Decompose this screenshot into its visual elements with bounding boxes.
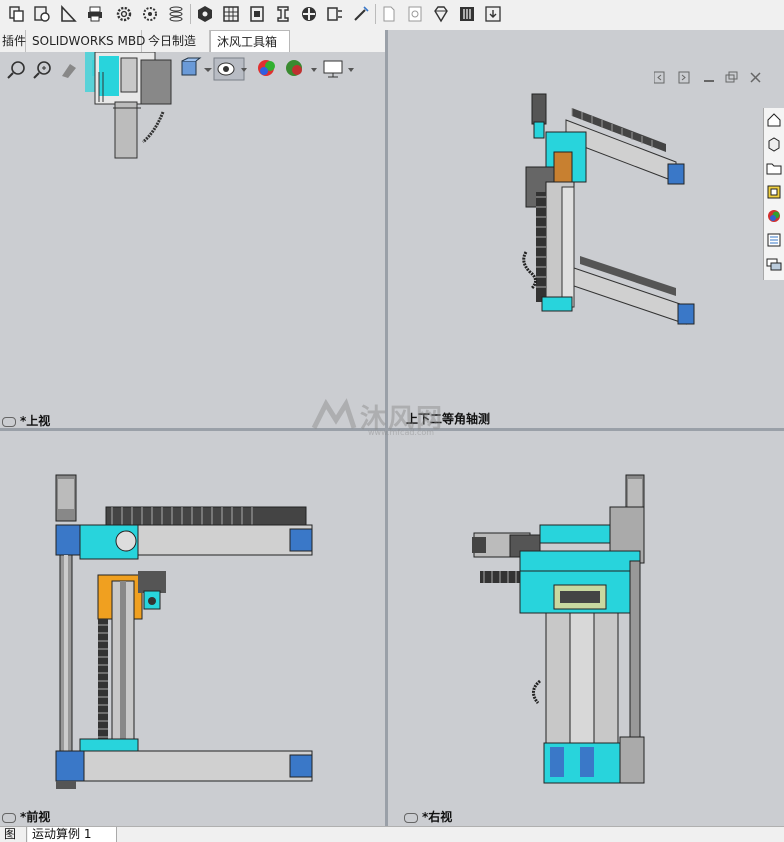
next-view-icon (678, 71, 690, 84)
sliders-icon[interactable] (458, 5, 476, 23)
zoom-fit-icon (7, 61, 25, 79)
view-label-right: *右视 (404, 808, 452, 825)
tab-mufeng-toolbox[interactable]: 沐风工具箱 (210, 30, 290, 52)
model-front-view[interactable] (50, 471, 315, 791)
scene-icon (286, 60, 317, 76)
tab-model[interactable]: 图 (0, 827, 27, 842)
grid-icon[interactable] (222, 5, 240, 23)
tab-plugins[interactable]: 插件 (0, 30, 26, 52)
download-icon[interactable] (484, 5, 502, 23)
appearances-icon[interactable] (766, 208, 782, 224)
bracket-icon[interactable] (274, 5, 292, 23)
design-library-icon[interactable] (766, 136, 782, 152)
image-icon[interactable] (406, 5, 424, 23)
doc-icon[interactable] (380, 5, 398, 23)
target-icon[interactable] (300, 5, 318, 23)
view-label-top: *上视 (2, 412, 50, 429)
block-icon[interactable] (248, 5, 266, 23)
gear2-icon[interactable] (141, 5, 159, 23)
viewport-front[interactable]: *前视 (0, 431, 385, 826)
view-link-icon (2, 416, 16, 427)
gear-icon[interactable] (115, 5, 133, 23)
prev-view-icon (653, 71, 665, 84)
diamond-icon[interactable] (432, 5, 450, 23)
ruler-icon[interactable] (59, 5, 77, 23)
view-settings-icon (323, 60, 354, 78)
custom-properties-icon[interactable] (766, 232, 782, 248)
wand-icon[interactable] (352, 5, 370, 23)
watermark: 沐风网 www.mfcad.com (310, 398, 480, 438)
model-top-view[interactable] (85, 52, 195, 162)
settings-icon[interactable] (33, 5, 51, 23)
view-link-icon (2, 812, 16, 823)
view-link-icon (404, 812, 418, 823)
model-right-view[interactable] (470, 471, 650, 791)
forum-icon[interactable] (766, 256, 782, 272)
copy-icon[interactable] (8, 5, 26, 23)
bottom-tab-bar: 图 运动算例 1 (0, 826, 784, 842)
home-icon[interactable] (766, 112, 782, 128)
tab-solidworks-mbd[interactable]: SOLIDWORKS MBD (26, 30, 145, 52)
tab-motion-study-1[interactable]: 运动算例 1 (28, 827, 117, 842)
route-icon[interactable] (326, 5, 344, 23)
previous-view-icon (62, 64, 76, 78)
task-pane (763, 108, 784, 280)
display-style-icon (213, 57, 247, 81)
close-icon (750, 72, 761, 83)
viewport-isometric[interactable]: 上下二等角轴测 (388, 30, 784, 428)
zoom-area-icon (33, 61, 51, 79)
watermark-url: www.mfcad.com (368, 428, 435, 437)
appearance-icon (258, 60, 275, 76)
model-isometric[interactable] (516, 92, 716, 354)
hex-icon[interactable] (196, 5, 214, 23)
tab-today-manufacture[interactable]: 今日制造 (142, 30, 210, 52)
viewport-right[interactable]: *右视 (388, 431, 784, 826)
view-palette-icon[interactable] (766, 184, 782, 200)
watermark-logo-icon (311, 398, 357, 430)
main-toolbar (0, 0, 784, 31)
view-label-front: *前视 (2, 808, 50, 825)
restore-icon (725, 71, 738, 83)
layers-icon[interactable] (167, 5, 185, 23)
command-manager-tabs: 插件 SOLIDWORKS MBD 今日制造 沐风工具箱 (0, 30, 386, 52)
print-icon[interactable] (86, 5, 104, 23)
viewport-top[interactable]: *上视 (0, 52, 385, 428)
file-explorer-icon[interactable] (766, 160, 782, 176)
viewport-window-controls (653, 70, 774, 89)
